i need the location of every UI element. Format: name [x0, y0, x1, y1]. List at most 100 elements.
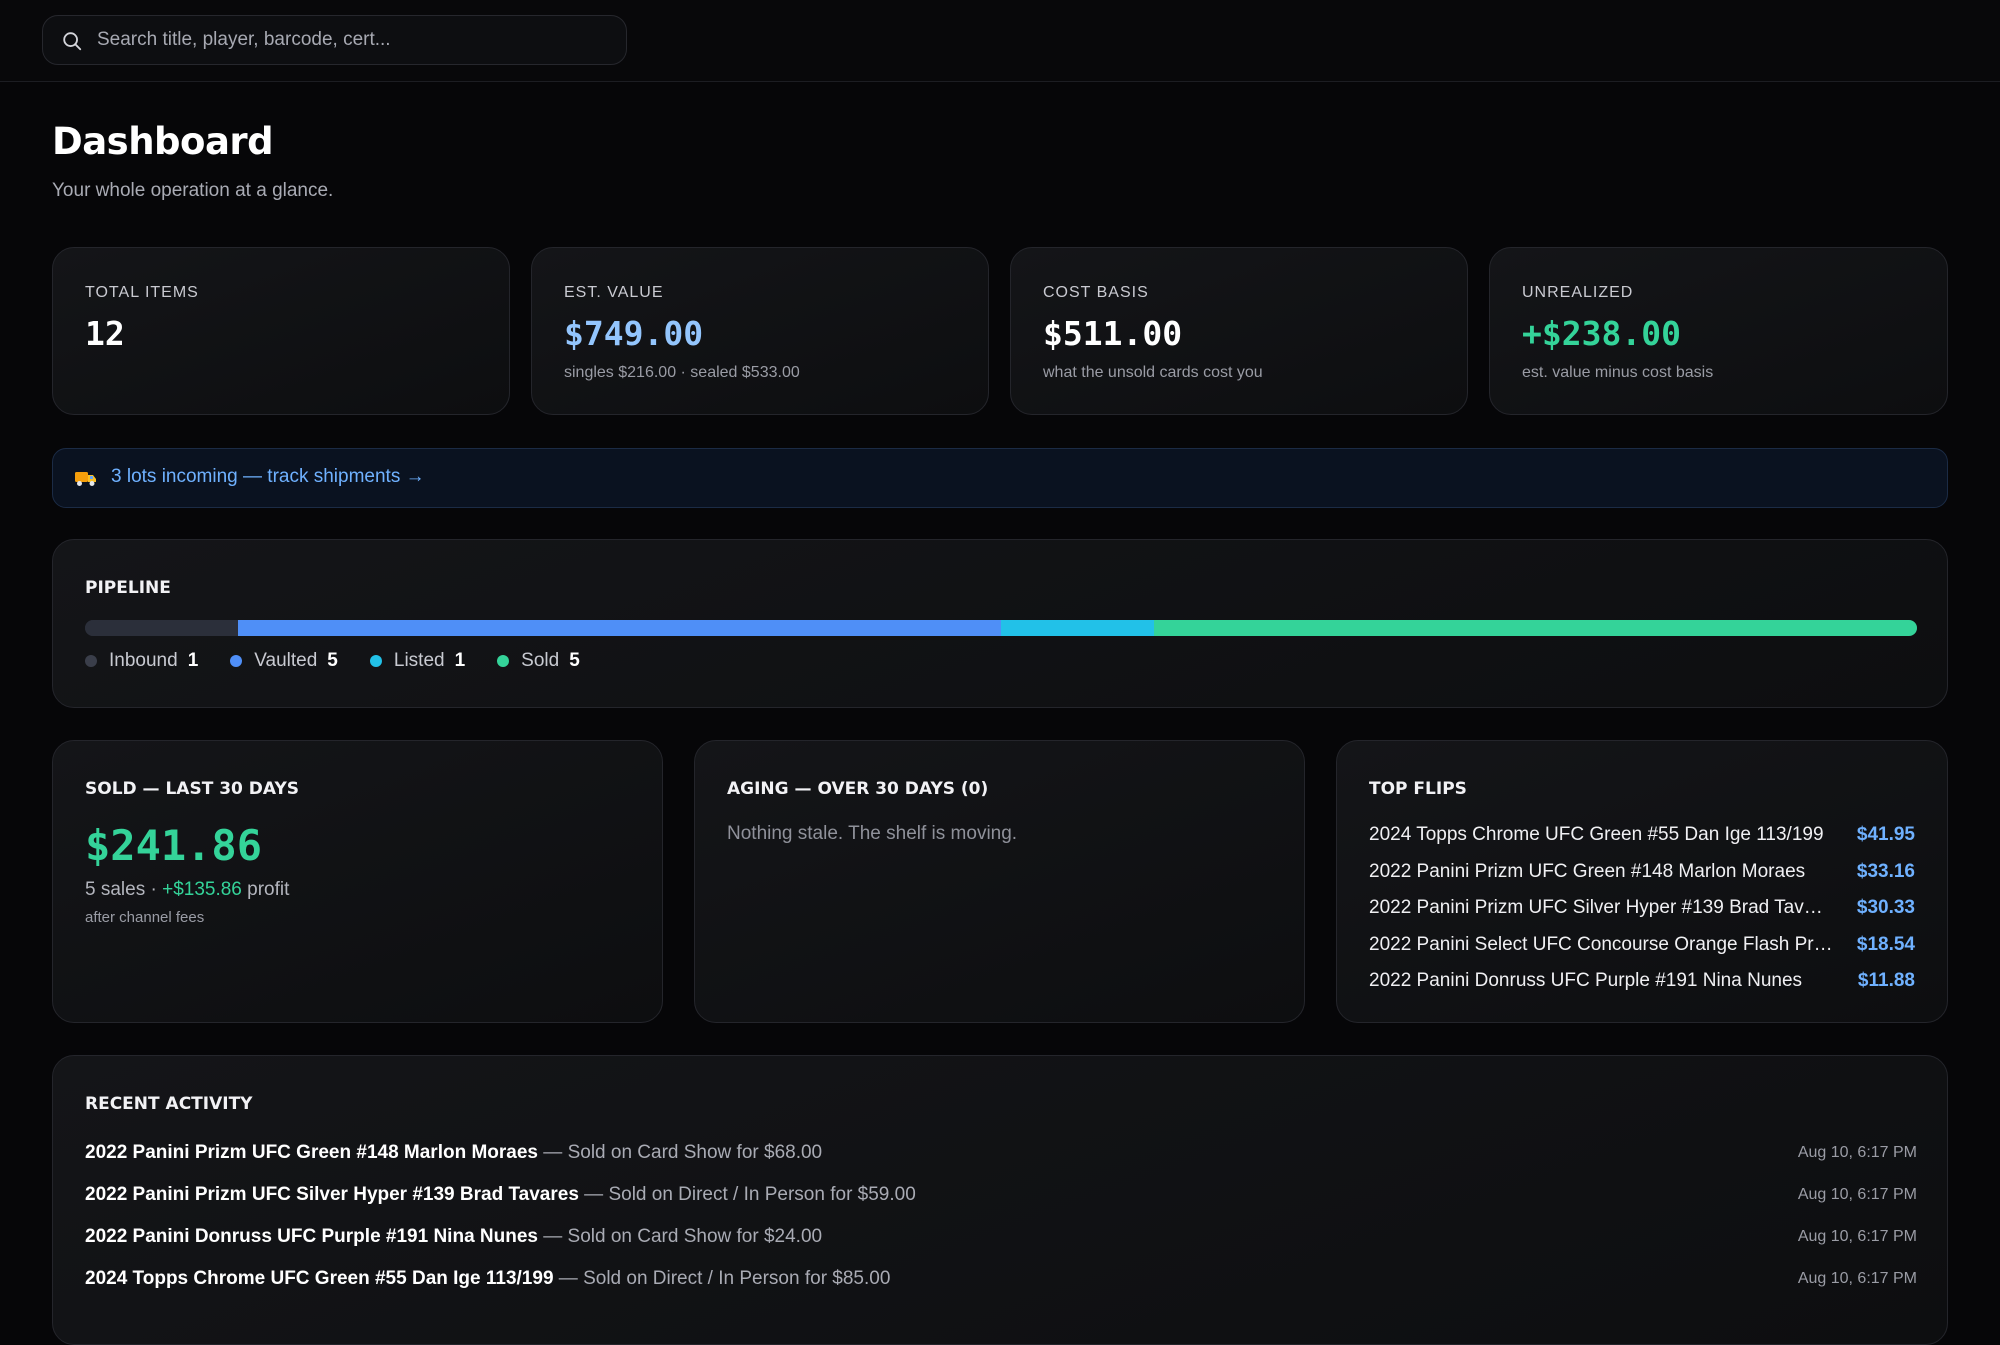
section-title: RECENT ACTIVITY [85, 1094, 253, 1114]
flip-item-name: 2022 Panini Prizm UFC Silver Hyper #139 … [1369, 897, 1833, 919]
recent-activity-card: RECENT ACTIVITY 2022 Panini Prizm UFC Gr… [52, 1055, 1948, 1345]
pipeline-progress-bar [85, 620, 1917, 636]
flip-profit: $30.33 [1856, 897, 1915, 919]
stat-card-cost-basis: COST BASIS $511.00 what the unsold cards… [1010, 247, 1468, 415]
sales-count: 5 sales · [85, 879, 163, 900]
top-flips-card: TOP FLIPS 2024 Topps Chrome UFC Green #5… [1336, 740, 1948, 1023]
legend-label: Vaulted [254, 650, 318, 671]
activity-description: — Sold on Direct / In Person for $85.00 [553, 1268, 891, 1289]
search-box[interactable] [42, 15, 627, 65]
profit-suffix: profit [241, 879, 290, 900]
stat-card-total-items: TOTAL ITEMS 12 [52, 247, 510, 415]
legend-count: 5 [569, 650, 580, 671]
flip-profit: $18.54 [1856, 933, 1915, 955]
activity-timestamp: Aug 10, 6:17 PM [1797, 1270, 1917, 1287]
top-flip-row[interactable]: 2022 Panini Prizm UFC Silver Hyper #139 … [1369, 890, 1915, 927]
top-flip-row[interactable]: 2022 Panini Prizm UFC Green #148 Marlon … [1369, 854, 1915, 891]
activity-row[interactable]: 2024 Topps Chrome UFC Green #55 Dan Ige … [85, 1258, 1917, 1300]
activity-row[interactable]: 2022 Panini Donruss UFC Purple #191 Nina… [85, 1216, 1917, 1258]
activity-item-name: 2022 Panini Prizm UFC Green #148 Marlon … [85, 1142, 539, 1163]
activity-description: — Sold on Card Show for $24.00 [537, 1226, 823, 1247]
pipeline-legend: Inbound 1 Vaulted 5 Listed 1 Sold 5 [85, 650, 612, 672]
section-title: AGING — OVER 30 DAYS (0) [727, 779, 989, 799]
activity-row[interactable]: 2022 Panini Prizm UFC Green #148 Marlon … [85, 1132, 1917, 1174]
aging-card: AGING — OVER 30 DAYS (0) Nothing stale. … [694, 740, 1305, 1023]
flip-item-name: 2024 Topps Chrome UFC Green #55 Dan Ige … [1369, 824, 1824, 846]
stat-subtext: singles $216.00 · sealed $533.00 [564, 364, 800, 381]
truck-icon [75, 472, 96, 486]
legend-count: 1 [187, 650, 199, 671]
activity-timestamp: Aug 10, 6:17 PM [1797, 1144, 1917, 1161]
incoming-shipments-banner[interactable]: 3 lots incoming — track shipments → [52, 448, 1948, 508]
legend-label: Inbound [109, 650, 178, 671]
sold-note: after channel fees [85, 909, 205, 926]
stat-label: UNREALIZED [1522, 284, 1634, 301]
pipeline-card: PIPELINE Inbound 1 Vaulted 5 Listed 1 Sold 5 [52, 539, 1948, 708]
legend-item-sold: Sold 5 [497, 650, 580, 672]
legend-item-inbound: Inbound 1 [85, 650, 198, 672]
sold-card: SOLD — LAST 30 DAYS $241.86 5 sales · +$… [52, 740, 663, 1023]
legend-label: Listed [393, 650, 445, 671]
flip-item-name: 2022 Panini Donruss UFC Purple #191 Nina… [1369, 970, 1803, 992]
activity-list: 2022 Panini Prizm UFC Green #148 Marlon … [85, 1132, 1917, 1300]
flip-profit: $33.16 [1856, 860, 1915, 882]
legend-dot [230, 655, 243, 667]
legend-count: 1 [454, 650, 466, 671]
pipeline-segment-sold [1153, 620, 1917, 636]
search-input[interactable] [95, 16, 615, 64]
stat-card-est-value: EST. VALUE $749.00 singles $216.00 · sea… [531, 247, 989, 415]
legend-dot [85, 655, 97, 667]
search-icon [63, 32, 82, 51]
section-title: PIPELINE [85, 578, 171, 598]
section-title: SOLD — LAST 30 DAYS [85, 779, 299, 799]
stat-card-unrealized: UNREALIZED +$238.00 est. value minus cos… [1489, 247, 1948, 415]
legend-dot [369, 655, 382, 667]
activity-text: 2022 Panini Prizm UFC Green #148 Marlon … [85, 1142, 822, 1164]
stat-value: $749.00 [564, 314, 704, 353]
pipeline-segment-listed [1001, 620, 1154, 636]
flip-item-name: 2022 Panini Prizm UFC Green #148 Marlon … [1369, 860, 1806, 882]
activity-text: 2024 Topps Chrome UFC Green #55 Dan Ige … [85, 1268, 890, 1290]
activity-row[interactable]: 2022 Panini Prizm UFC Silver Hyper #139 … [85, 1174, 1917, 1216]
legend-label: Sold [521, 650, 560, 671]
legend-dot [497, 655, 510, 667]
activity-description: — Sold on Direct / In Person for $59.00 [578, 1184, 916, 1205]
sold-amount: $241.86 [85, 821, 263, 870]
stat-label: EST. VALUE [564, 284, 664, 301]
aging-empty-message: Nothing stale. The shelf is moving. [727, 823, 1018, 844]
flip-item-name: 2022 Panini Select UFC Concourse Orange … [1369, 933, 1833, 955]
banner-link-text[interactable]: 3 lots incoming — track shipments → [111, 466, 425, 488]
pipeline-segment-vaulted [237, 620, 1001, 636]
stat-value: +$238.00 [1522, 314, 1681, 353]
sold-summary: 5 sales · +$135.86 profit [85, 879, 289, 901]
page-title: Dashboard [52, 120, 274, 163]
activity-item-name: 2022 Panini Donruss UFC Purple #191 Nina… [85, 1226, 538, 1247]
page-subtitle: Your whole operation at a glance. [52, 180, 334, 201]
top-flip-row[interactable]: 2022 Panini Select UFC Concourse Orange … [1369, 927, 1915, 964]
flip-profit: $11.88 [1857, 970, 1915, 992]
flip-profit: $41.95 [1856, 824, 1915, 846]
stat-label: TOTAL ITEMS [85, 284, 199, 301]
stat-subtext: what the unsold cards cost you [1043, 364, 1263, 381]
top-flips-list: 2024 Topps Chrome UFC Green #55 Dan Ige … [1369, 817, 2000, 1000]
stat-value: $511.00 [1043, 314, 1183, 353]
profit-value: +$135.86 [162, 879, 242, 900]
activity-description: — Sold on Card Show for $68.00 [538, 1142, 823, 1163]
legend-item-vaulted: Vaulted 5 [230, 650, 338, 672]
stat-label: COST BASIS [1043, 284, 1149, 301]
stat-value: 12 [85, 314, 125, 353]
activity-text: 2022 Panini Donruss UFC Purple #191 Nina… [85, 1226, 822, 1248]
top-flip-row[interactable]: 2022 Panini Donruss UFC Purple #191 Nina… [1369, 963, 1915, 1000]
section-title: TOP FLIPS [1369, 779, 1467, 799]
activity-item-name: 2024 Topps Chrome UFC Green #55 Dan Ige … [85, 1268, 554, 1289]
activity-text: 2022 Panini Prizm UFC Silver Hyper #139 … [85, 1184, 916, 1206]
activity-item-name: 2022 Panini Prizm UFC Silver Hyper #139 … [85, 1184, 579, 1205]
top-bar [0, 0, 2000, 82]
pipeline-segment-inbound [85, 620, 238, 636]
stat-subtext: est. value minus cost basis [1522, 364, 1714, 381]
legend-count: 5 [327, 650, 338, 671]
activity-timestamp: Aug 10, 6:17 PM [1797, 1186, 1917, 1203]
top-flip-row[interactable]: 2024 Topps Chrome UFC Green #55 Dan Ige … [1369, 817, 1915, 854]
legend-item-listed: Listed 1 [369, 650, 466, 672]
activity-timestamp: Aug 10, 6:17 PM [1797, 1228, 1917, 1245]
